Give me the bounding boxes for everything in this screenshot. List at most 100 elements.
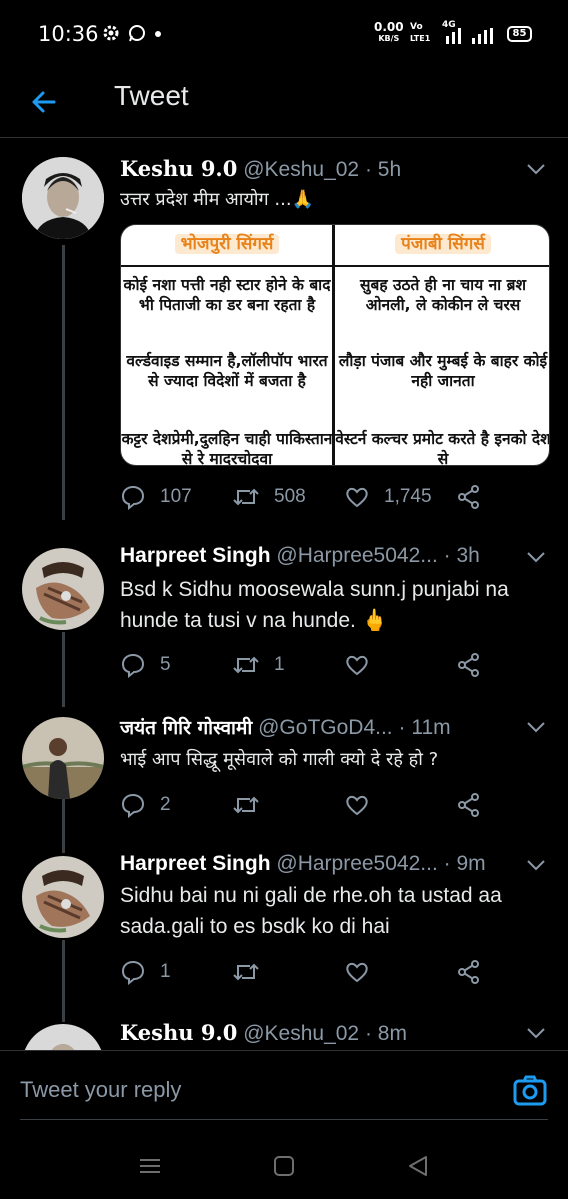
user-handle[interactable]: @Keshu_02 [243,158,359,181]
chevron-down-icon[interactable] [526,720,546,734]
retweet-button[interactable] [232,957,260,987]
thread-line [62,797,65,853]
separator: · [364,158,372,181]
gear-icon [103,25,119,41]
reply-count: 5 [160,654,171,675]
reply-button[interactable]: 107 [120,482,192,512]
like-button[interactable] [344,790,370,820]
tweet-header: Harpreet Singh @Harpree5042... · 9m [120,852,486,876]
top-app-bar: Tweet [0,70,568,138]
reply-button[interactable]: 2 [120,790,171,820]
image-left-title: भोजपुरी सिंगर्स [121,231,333,254]
reply-underline [20,1119,548,1120]
arrow-left-icon[interactable] [22,80,66,124]
timestamp: 8m [377,1022,407,1045]
retweet-button[interactable]: 508 [232,482,306,512]
image-right-title: पंजाबी सिंगर्स [335,231,549,254]
thread-line [62,940,65,1022]
image-left-column: भोजपुरी सिंगर्स कोई नशा पत्ती नही स्टार … [121,225,333,466]
reply-icon [121,485,145,510]
like-button[interactable] [344,650,370,680]
tweet-text: Sidhu bai nu ni gali de rhe.oh ta ustad … [120,884,502,938]
timestamp: 9m [456,852,486,875]
heart-icon [346,962,368,983]
user-handle[interactable]: @GoTGoD4... [258,716,393,739]
chevron-down-icon[interactable] [526,1026,546,1040]
heart-icon [346,655,368,676]
thread-line [62,632,65,707]
avatar[interactable] [22,856,104,938]
heart-icon [346,795,368,816]
separator: · [443,544,451,567]
avatar[interactable] [22,717,104,799]
share-icon [458,653,479,677]
tweet-actions: 2 [120,790,560,820]
battery-icon: 85 [507,26,532,42]
share-button[interactable] [456,650,482,680]
tweet-header: जयंत गिरि गोस्वामी @GoTGoD4... · 11m [120,714,451,740]
image-right-text: वेस्टर्न कल्चर प्रमोट करते है इनको देश स… [335,430,550,466]
image-right-text: सुबह उठते ही ना चाय ना ब्रश ओनली, ले कोक… [360,276,526,314]
reply-icon [121,793,145,818]
image-left-text: कट्टर देशप्रेमी,दुलहिन चाही पाकिस्तान से… [121,430,333,466]
display-name[interactable]: जयंत गिरि गोस्वामी [120,717,252,739]
back-triangle-icon[interactable] [404,1152,432,1180]
reply-count: 1 [160,961,171,982]
retweet-icon [233,796,259,814]
whatsapp-icon [129,25,145,42]
net-speed: 0.00 KB/S [374,20,404,43]
reply-button[interactable]: 1 [120,957,171,987]
timestamp: 5h [377,158,402,181]
home-square-icon[interactable] [270,1152,298,1180]
retweet-icon [233,963,259,981]
tweet-text: Bsd k Sidhu moosewala sunn.j punjabi na … [120,578,509,632]
tweet-header: Keshu 9.0 @Keshu_02 · 8m [120,1020,407,1046]
retweet-button[interactable] [232,790,260,820]
chevron-down-icon[interactable] [526,162,546,176]
user-handle[interactable]: @Keshu_02 [243,1022,359,1045]
retweet-button[interactable]: 1 [232,650,285,680]
image-right-text: लौड़ा पंजाब और मुम्बई के बाहर कोई नही जा… [338,352,548,390]
chevron-down-icon[interactable] [526,858,546,872]
like-count: 1,745 [384,486,432,507]
camera-icon[interactable] [510,1071,550,1111]
avatar[interactable] [22,157,104,239]
reply-count: 107 [160,486,192,507]
like-button[interactable] [344,957,370,987]
timestamp: 3h [456,544,480,567]
signal-icon [446,28,493,44]
tweet-actions: 107 508 1,745 [120,482,560,512]
timestamp: 11m [411,716,451,739]
image-right-column: पंजाबी सिंगर्स सुबह उठते ही ना चाय ना ब्… [335,225,550,466]
tweet-header: Keshu 9.0 @Keshu_02 · 5h [120,156,401,182]
display-name[interactable]: Keshu 9.0 [120,1020,237,1045]
reply-icon [121,653,145,678]
status-bar: 10:36 0.00 KB/S Vo LTE1 4G 85 [0,0,568,70]
display-name[interactable]: Harpreet Singh [120,544,271,567]
display-name[interactable]: Keshu 9.0 [120,156,237,181]
chevron-down-icon[interactable] [526,550,546,564]
share-button[interactable] [456,482,482,512]
reply-input[interactable]: Tweet your reply [20,1077,181,1103]
tweet-actions: 5 1 [120,650,560,680]
reply-icon [121,960,145,985]
separator: · [443,852,451,875]
thread-line [62,245,65,520]
user-handle[interactable]: @Harpree5042... [276,544,437,567]
avatar[interactable] [22,548,104,630]
menu-icon[interactable] [136,1152,164,1180]
share-button[interactable] [456,957,482,987]
like-button[interactable]: 1,745 [344,482,432,512]
tweet-text: उत्तर प्रदेश मीम आयोग ...🙏 [120,189,314,210]
volte-indicator: Vo LTE1 [410,22,431,43]
share-icon [458,793,479,817]
tweet-text: भाई आप सिद्धू मूसेवाले को गाली क्यो दे र… [120,749,439,770]
reply-button[interactable]: 5 [120,650,171,680]
share-button[interactable] [456,790,482,820]
heart-icon [346,487,368,508]
display-name[interactable]: Harpreet Singh [120,852,271,875]
image-left-text: वर्ल्डवाइड सम्मान है,लॉलीपॉप भारत से ज्य… [126,352,328,390]
tweet-image[interactable]: भोजपुरी सिंगर्स कोई नशा पत्ती नही स्टार … [120,224,550,466]
retweet-count: 1 [274,654,285,675]
user-handle[interactable]: @Harpree5042... [276,852,437,875]
